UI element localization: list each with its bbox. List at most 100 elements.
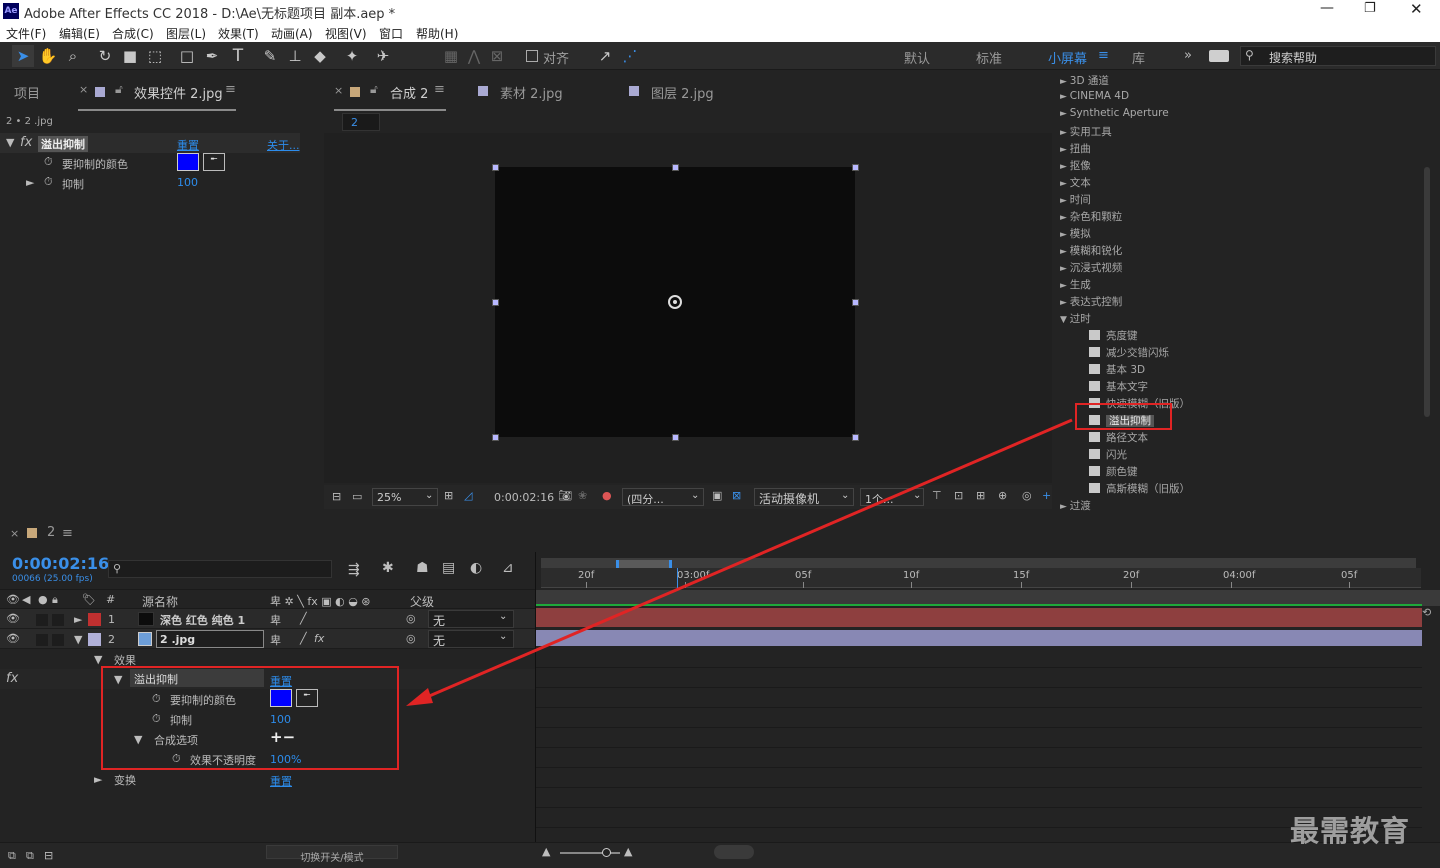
- effect-category[interactable]: ► 模拟: [1060, 226, 1091, 241]
- tab-close-icon[interactable]: ×: [334, 84, 343, 97]
- col-source-name[interactable]: 源名称: [142, 593, 178, 610]
- effect-category[interactable]: ► 过渡: [1060, 498, 1091, 513]
- effect-item[interactable]: 闪光: [1089, 447, 1127, 462]
- sync-settings-icon[interactable]: [1209, 50, 1229, 62]
- eraser-tool-icon[interactable]: ◆: [309, 45, 331, 67]
- effect-category[interactable]: ► 杂色和颗粒: [1060, 209, 1122, 224]
- tab-close-icon[interactable]: ×: [10, 527, 19, 540]
- monitor-icon[interactable]: ▭: [352, 490, 362, 503]
- effect-category[interactable]: ► 表达式控制: [1060, 294, 1122, 309]
- solo-icon[interactable]: ●: [38, 593, 48, 606]
- effect-category[interactable]: ► 生成: [1060, 277, 1091, 292]
- eye-icon[interactable]: 👁︎: [6, 632, 20, 645]
- collapse-icon[interactable]: ▼: [94, 653, 102, 666]
- tab-composition[interactable]: 合成 2: [390, 83, 428, 102]
- search-help-box[interactable]: ⚲ 搜索帮助: [1240, 46, 1436, 66]
- effect-category[interactable]: ► 扭曲: [1060, 141, 1091, 156]
- transform-reset-link[interactable]: 重置: [270, 773, 292, 789]
- reset-exposure-icon[interactable]: ⊤: [932, 489, 942, 502]
- restore-icon[interactable]: ❐: [1364, 1, 1376, 16]
- effect-item[interactable]: 基本 3D: [1089, 362, 1145, 377]
- fx-icon[interactable]: fx: [20, 135, 32, 150]
- panel-menu-icon[interactable]: ≡: [434, 82, 445, 97]
- more-workspaces-icon[interactable]: »: [1184, 48, 1192, 63]
- menu-view[interactable]: 视图(V): [325, 25, 367, 42]
- effect-item[interactable]: 高斯模糊（旧版）: [1089, 481, 1190, 496]
- menu-file[interactable]: 文件(F): [6, 25, 46, 42]
- viewer-timecode[interactable]: 0:00:02:16: [494, 491, 554, 504]
- effect-category[interactable]: ► CINEMA 4D: [1060, 90, 1129, 102]
- camera-select[interactable]: 活动摄像机 ⌄: [754, 488, 854, 506]
- scrollbar[interactable]: [1424, 167, 1430, 417]
- effect-item[interactable]: 颜色键: [1089, 464, 1138, 479]
- quality-switch-icon[interactable]: ╱: [300, 632, 307, 645]
- tab-timeline[interactable]: 2: [47, 525, 55, 540]
- camera-tool-icon[interactable]: ■: [119, 45, 141, 67]
- comp-mini-flowchart-icon[interactable]: ⇶: [348, 562, 360, 578]
- menu-effect[interactable]: 效果(T): [218, 25, 259, 42]
- world-axis-icon[interactable]: ⋀: [463, 45, 485, 67]
- parent-pickwhip-icon[interactable]: ◎: [406, 612, 416, 625]
- shy-switch-icon[interactable]: 卑: [270, 632, 281, 648]
- expand-switches-icon[interactable]: ⧉: [26, 849, 34, 863]
- audio-box[interactable]: [36, 614, 48, 626]
- collapse-icon[interactable]: ▼: [74, 633, 82, 646]
- solo-box[interactable]: [52, 614, 64, 626]
- transform-handle[interactable]: [492, 434, 499, 441]
- time-ruler[interactable]: 20f 03:00f 05f 10f 15f 20f 04:00f 05f: [541, 568, 1421, 588]
- fit-icon[interactable]: ⊞: [444, 489, 453, 502]
- expand-icon[interactable]: ►: [26, 176, 34, 189]
- stopwatch-icon[interactable]: ⏱︎: [44, 175, 53, 189]
- effect-category[interactable]: ► 文本: [1060, 175, 1091, 190]
- color-wheel-icon[interactable]: ◎: [1022, 489, 1032, 502]
- suppress-value[interactable]: 100: [177, 176, 198, 189]
- view-axis-icon[interactable]: ⊠: [486, 45, 508, 67]
- close-icon[interactable]: ✕: [1410, 0, 1423, 18]
- parent-select[interactable]: 无 ⌄: [428, 610, 514, 628]
- transform-handle[interactable]: [852, 164, 859, 171]
- about-link[interactable]: 关于...: [267, 137, 300, 153]
- type-tool-icon[interactable]: T: [227, 45, 249, 67]
- workspace-default[interactable]: 默认: [904, 48, 930, 67]
- transform-handle[interactable]: [492, 299, 499, 306]
- color-swatch[interactable]: [177, 153, 199, 171]
- zoom-select[interactable]: 25% ⌄: [372, 488, 438, 506]
- work-area-selection[interactable]: [616, 560, 672, 568]
- menu-edit[interactable]: 编辑(E): [59, 25, 100, 42]
- menu-animation[interactable]: 动画(A): [271, 25, 313, 42]
- layer1-bar[interactable]: [536, 608, 1422, 627]
- transform-handle[interactable]: [492, 164, 499, 171]
- comp-breadcrumb[interactable]: 2: [342, 113, 380, 131]
- transform-row[interactable]: ► 变换 重置: [0, 769, 535, 789]
- layer-label-color[interactable]: [88, 633, 101, 646]
- audio-box[interactable]: [36, 634, 48, 646]
- audio-toggle-icon[interactable]: ◀︎: [22, 593, 30, 606]
- minimize-icon[interactable]: —: [1320, 0, 1334, 16]
- tab-project[interactable]: 项目: [14, 83, 40, 102]
- lock-icon[interactable]: 🔒︎: [52, 593, 58, 607]
- 3d-view-icon[interactable]: ⊕: [998, 489, 1007, 502]
- layer-search-input[interactable]: ⚲: [108, 560, 332, 578]
- effect-category[interactable]: ► 抠像: [1060, 158, 1091, 173]
- snapshot-icon[interactable]: 📷︎: [558, 489, 572, 502]
- selection-tool-icon[interactable]: ➤: [12, 45, 34, 67]
- clone-stamp-tool-icon[interactable]: ⊥: [284, 45, 306, 67]
- transform-handle[interactable]: [852, 299, 859, 306]
- roto-brush-tool-icon[interactable]: ✦: [341, 45, 363, 67]
- transform-handle[interactable]: [852, 434, 859, 441]
- stopwatch-icon[interactable]: ⏱︎: [44, 155, 53, 169]
- snap-checkbox[interactable]: [526, 50, 538, 62]
- effect-category[interactable]: ► 模糊和锐化: [1060, 243, 1122, 258]
- current-time[interactable]: 0:00:02:16: [12, 554, 109, 573]
- eye-icon[interactable]: 👁︎: [6, 612, 20, 625]
- transform-handle[interactable]: [672, 434, 679, 441]
- effect-category[interactable]: ▼ 过时: [1060, 311, 1091, 326]
- zoom-out-icon[interactable]: ▲: [542, 845, 550, 858]
- puppet-pin-tool-icon[interactable]: ✈: [372, 45, 394, 67]
- layer-name[interactable]: 深色 红色 纯色 1: [160, 612, 245, 628]
- zoom-tool-icon[interactable]: ⌕: [62, 45, 84, 67]
- lock-icon[interactable]: 🔓︎: [115, 82, 123, 97]
- menu-window[interactable]: 窗口: [379, 25, 403, 42]
- comp-viewer[interactable]: [324, 133, 1052, 483]
- expand-icon[interactable]: ►: [94, 773, 102, 786]
